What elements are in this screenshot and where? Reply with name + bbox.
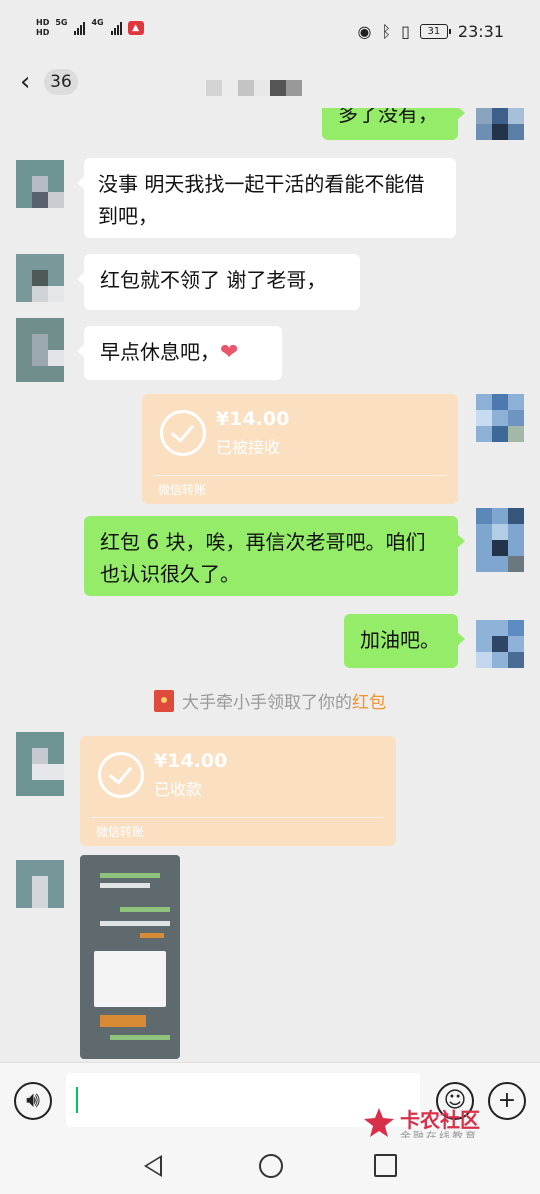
eye-comfort-icon: ◉ xyxy=(357,22,372,41)
system-navigation-bar xyxy=(0,1138,540,1194)
watermark-logo-icon xyxy=(364,1108,394,1137)
divider xyxy=(154,475,446,476)
avatar[interactable] xyxy=(16,160,64,208)
transfer-source: 微信转账 xyxy=(158,483,207,497)
system-notice: 大手牵小手领取了你的红包 xyxy=(0,688,540,713)
signal-icon xyxy=(74,21,86,35)
avatar[interactable] xyxy=(16,318,64,382)
network-label-5g: 5G xyxy=(55,18,68,27)
avatar[interactable] xyxy=(16,254,64,302)
avatar[interactable] xyxy=(16,732,64,796)
transfer-card-incoming[interactable]: ¥14.00 已收款 微信转账 xyxy=(80,736,396,846)
transfer-amount: ¥14.00 xyxy=(216,408,290,430)
transfer-card-outgoing[interactable]: ¥14.00 已被接收 微信转账 xyxy=(142,394,458,504)
avatar[interactable] xyxy=(476,508,524,572)
network-label-4g: 4G xyxy=(91,18,104,27)
signal-icon-2 xyxy=(110,21,122,35)
message-outgoing[interactable]: 红包 6 块，唉，再信次老哥吧。咱们也认识很久了。 xyxy=(84,516,465,596)
transfer-status: 已收款 xyxy=(154,780,203,799)
message-outgoing[interactable]: 加油吧。 xyxy=(344,614,465,668)
image-message-thumbnail[interactable] xyxy=(80,855,180,1059)
clock: 23:31 xyxy=(457,22,504,41)
message-incoming[interactable]: 红包就不领了 谢了老哥， xyxy=(77,254,360,310)
battery-indicator: 31 xyxy=(419,24,451,39)
vibrate-icon: ▯ xyxy=(401,22,410,41)
divider xyxy=(92,817,384,818)
transfer-source: 微信转账 xyxy=(96,825,145,839)
chat-header: ‹ 36 xyxy=(0,58,540,108)
avatar[interactable] xyxy=(476,620,524,668)
avatar[interactable] xyxy=(476,394,524,442)
message-list[interactable]: 多了没有， 没事 明天我找一起干活的看能不能借到吧， 红包就不领了 谢了老哥， … xyxy=(0,108,540,1062)
voice-icon[interactable]: 🔊︎ xyxy=(14,1082,52,1120)
avatar[interactable] xyxy=(476,108,524,142)
heart-emoji-icon: ❤ xyxy=(220,340,239,365)
plus-icon[interactable]: + xyxy=(488,1082,526,1120)
avatar[interactable] xyxy=(16,860,64,908)
unread-count-badge[interactable]: 36 xyxy=(44,69,78,95)
transfer-amount: ¥14.00 xyxy=(154,750,228,772)
message-incoming[interactable]: 早点休息吧，❤ xyxy=(77,326,282,380)
message-outgoing[interactable]: 多了没有， xyxy=(322,108,465,140)
nav-recents-icon[interactable] xyxy=(374,1154,397,1177)
check-circle-icon xyxy=(160,410,206,456)
check-circle-icon xyxy=(98,752,144,798)
message-incoming[interactable]: 没事 明天我找一起干活的看能不能借到吧， xyxy=(77,158,456,238)
transfer-status: 已被接收 xyxy=(216,438,281,457)
chat-title-blurred xyxy=(206,80,302,96)
red-packet-icon xyxy=(154,690,174,712)
chevron-left-icon[interactable]: ‹ xyxy=(20,69,30,95)
hd-indicator: HD HD xyxy=(36,18,50,37)
red-packet-link[interactable]: 红包 xyxy=(352,693,386,713)
status-bar: HD HD 5G 4G ▲ ◉ ᛒ ▯ 31 23:31 xyxy=(0,0,540,58)
app-notification-icon: ▲ xyxy=(127,21,144,35)
text-cursor xyxy=(76,1087,78,1113)
nav-home-icon[interactable] xyxy=(259,1154,283,1178)
nav-back-icon[interactable] xyxy=(144,1155,162,1177)
bluetooth-icon: ᛒ xyxy=(381,22,392,41)
